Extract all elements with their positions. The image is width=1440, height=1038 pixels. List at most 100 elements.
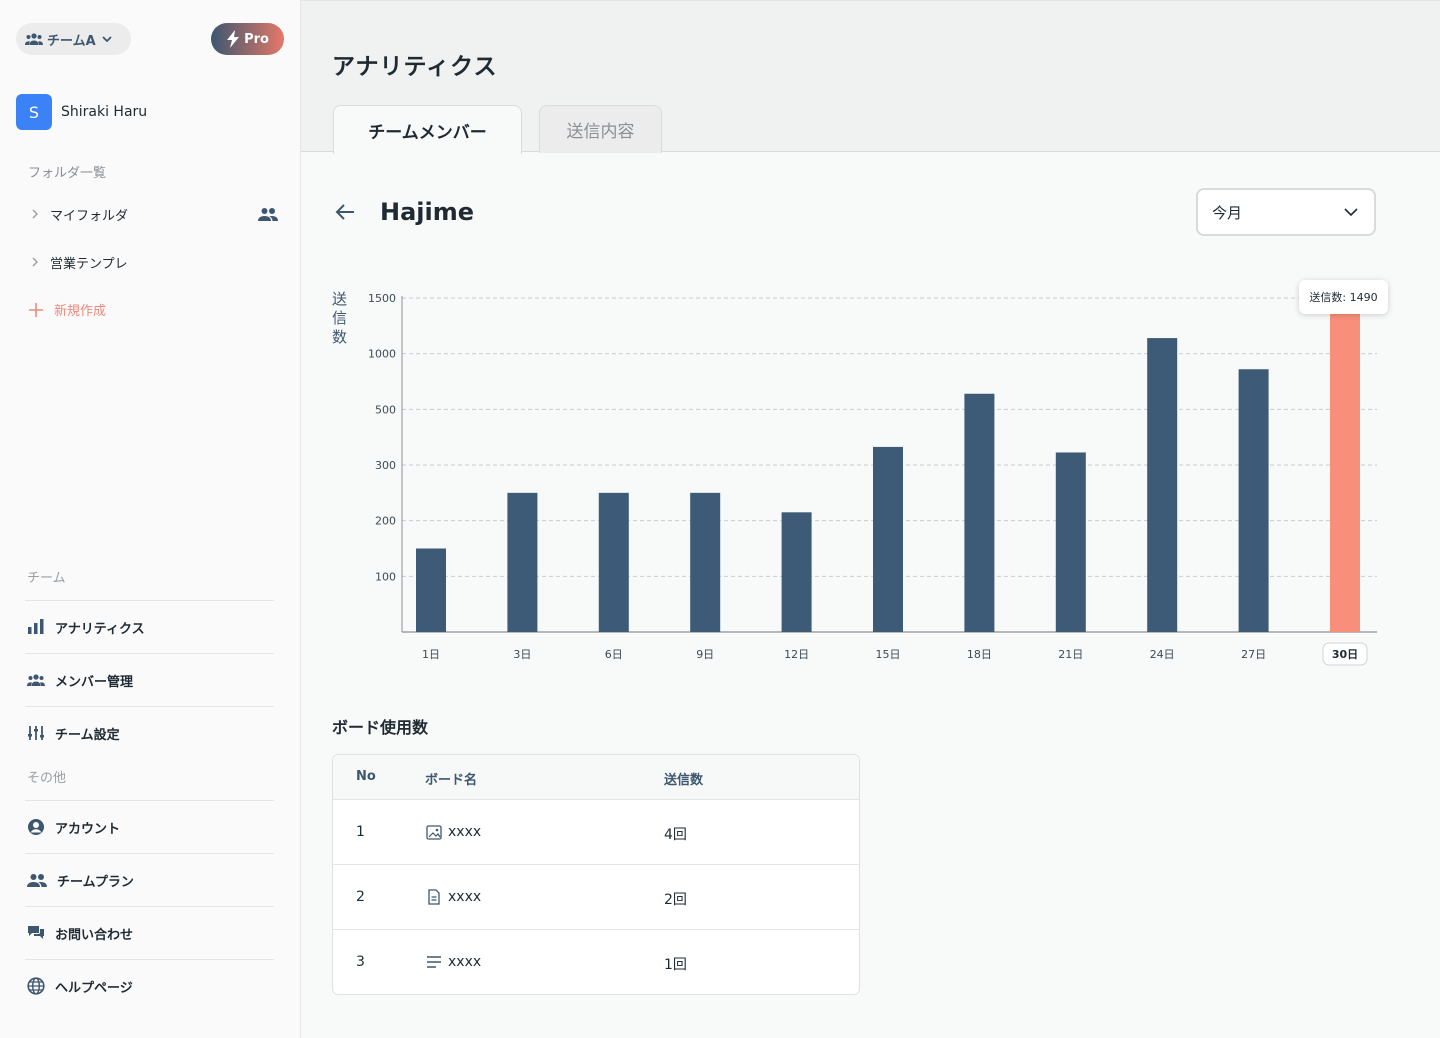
nav-label: アカウント	[55, 821, 121, 837]
x-tick-label: 15日	[876, 648, 901, 661]
document-icon	[428, 889, 440, 905]
account-circle-icon	[28, 819, 44, 835]
chart-bar	[1147, 338, 1178, 632]
other-section-label: その他	[27, 771, 67, 786]
team-icon	[27, 674, 45, 686]
nav-item-team-plan[interactable]: チームプラン	[27, 870, 134, 890]
x-tick-label: 30日	[1332, 648, 1358, 661]
x-tick-label: 12日	[784, 648, 809, 661]
folder-section-label: フォルダ一覧	[28, 166, 107, 181]
bar-chart-icon	[28, 619, 44, 634]
y-tick-label: 1000	[368, 348, 396, 361]
sliders-icon	[28, 726, 44, 740]
row-board: xxxx	[426, 824, 481, 840]
y-tick-label: 100	[375, 570, 396, 583]
nav-item-team-settings[interactable]: チーム設定	[27, 723, 120, 743]
x-tick-label: 6日	[605, 648, 623, 661]
divider	[25, 600, 274, 601]
nav-item-member-management[interactable]: メンバー管理	[27, 670, 133, 690]
folder-item-sales-template[interactable]: 営業テンプレ	[28, 250, 278, 274]
chevron-right-icon	[32, 209, 38, 219]
team-icon	[25, 33, 43, 45]
period-select[interactable]: 今月	[1196, 188, 1376, 236]
row-count: 4回	[664, 827, 687, 843]
plus-icon	[29, 302, 43, 317]
nav-item-analytics[interactable]: アナリティクス	[27, 617, 145, 637]
x-tick-label: 3日	[513, 648, 531, 661]
nav-item-account[interactable]: アカウント	[27, 817, 120, 837]
tab-sent-content[interactable]: 送信内容	[539, 105, 662, 153]
folder-label: マイフォルダ	[50, 208, 129, 224]
y-tick-label: 300	[375, 459, 396, 472]
x-tick-label: 27日	[1241, 648, 1266, 661]
team-selector[interactable]: チームA	[16, 23, 131, 55]
nav-label: チームプラン	[57, 874, 134, 890]
chevron-down-icon	[102, 36, 112, 43]
row-no: 2	[356, 889, 365, 905]
folder-item-my-folder[interactable]: マイフォルダ	[28, 202, 278, 226]
x-tick-label: 21日	[1058, 648, 1083, 661]
chart-bar	[1238, 369, 1269, 632]
x-tick-label: 18日	[967, 648, 992, 661]
chart-bar	[781, 512, 812, 632]
chart-bar	[873, 446, 903, 632]
pro-label: Pro	[244, 31, 269, 47]
row-count: 1回	[664, 957, 687, 973]
chart-canvas: 100 200 300 500 1000 1500 1日 3日 6日 9日 12日 15日 18日 21日…	[368, 292, 1377, 666]
y-tick-label: 1500	[368, 292, 396, 305]
lines-icon	[427, 956, 441, 968]
new-label: 新規作成	[54, 304, 107, 319]
column-header-board-name[interactable]: ボード名	[425, 769, 477, 788]
period-value: 今月	[1212, 203, 1243, 222]
x-tick-label: 9日	[696, 648, 714, 661]
chart-bar	[964, 393, 995, 632]
column-header-sent-count[interactable]: 送信数	[664, 769, 703, 788]
nav-label: ヘルプページ	[55, 980, 133, 996]
x-tick-label: 1日	[422, 648, 440, 661]
board-name: xxxx	[448, 824, 482, 840]
row-count: 2回	[664, 892, 687, 908]
divider	[25, 653, 274, 654]
board-usage-table: No ボード名 送信数 1 xxxx 4回 2 xxxx 2回 3 xxxx 1…	[332, 754, 860, 995]
y-tick-label: 500	[375, 403, 396, 416]
column-header-no[interactable]: No	[356, 769, 376, 784]
board-name: xxxx	[448, 889, 482, 905]
nav-label: メンバー管理	[55, 674, 134, 690]
user-profile[interactable]: S Shiraki Haru	[16, 94, 147, 130]
back-arrow-icon[interactable]	[333, 200, 357, 224]
nav-label: お問い合わせ	[55, 927, 134, 943]
member-name: Hajime	[380, 198, 475, 226]
team-selector-label: チームA	[47, 33, 96, 49]
divider	[25, 706, 274, 707]
nav-label: チーム設定	[55, 727, 120, 743]
chart-bar	[507, 492, 538, 632]
row-no: 3	[356, 954, 365, 970]
nav-item-contact[interactable]: お問い合わせ	[27, 923, 133, 943]
pro-badge[interactable]: Pro	[211, 23, 284, 55]
y-tick-label: 200	[375, 515, 396, 528]
chart-bar	[416, 548, 446, 632]
user-name: Shiraki Haru	[61, 104, 148, 120]
avatar: S	[16, 94, 52, 130]
new-folder-button[interactable]: 新規作成	[28, 300, 106, 319]
tab-team-members[interactable]: チームメンバー	[333, 105, 522, 154]
chart-tooltip: 送信数: 1490	[1299, 280, 1388, 314]
row-board: xxxx	[426, 889, 481, 905]
chevron-right-icon	[32, 257, 38, 267]
image-icon	[426, 824, 442, 840]
table-title: ボード使用数	[332, 718, 429, 737]
chevron-down-icon	[1344, 208, 1358, 217]
sent-count-chart: 100 200 300 500 1000 1500 1日 3日 6日 9日 12日 15日 18日 21日…	[320, 280, 1420, 680]
chart-bar	[598, 492, 629, 632]
nav-item-help[interactable]: ヘルプページ	[27, 976, 133, 996]
chart-bar	[1330, 299, 1360, 632]
folder-label: 営業テンプレ	[50, 256, 128, 272]
globe-icon	[27, 977, 45, 995]
table-row[interactable]: 3 xxxx 1回	[333, 930, 859, 994]
table-row[interactable]: 1 xxxx 4回	[333, 800, 859, 865]
row-no: 1	[356, 824, 365, 840]
sidebar: チームA Pro S Shiraki Haru フォルダ一覧 マイフォルダ 営業…	[0, 0, 301, 1038]
table-row[interactable]: 2 xxxx 2回	[333, 865, 859, 930]
divider	[25, 906, 274, 907]
team-section-label: チーム	[27, 571, 66, 586]
